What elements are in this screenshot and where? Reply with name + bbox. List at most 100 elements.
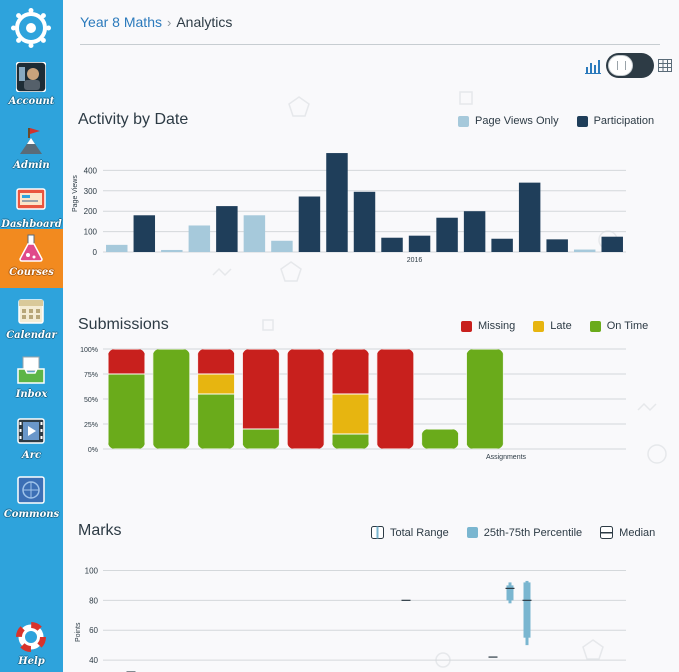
chevron-right-icon: › <box>166 15 172 30</box>
breadcrumb-current: Analytics <box>176 14 233 30</box>
nav-admin[interactable]: Admin <box>0 122 63 181</box>
submissions-legend: Missing Late On Time <box>443 320 648 332</box>
main-content: Year 8 Maths › Analytics Activity by Date … <box>63 0 679 672</box>
bar-chart-icon[interactable] <box>585 58 601 74</box>
y-axis-label: Page Views <box>72 175 79 212</box>
submission-on-time-segment <box>108 373 145 449</box>
y-tick-label: 75% <box>84 372 98 379</box>
activity-bar <box>573 249 596 252</box>
submission-on-time-segment <box>421 429 459 449</box>
marks-chart: 40 60 80 100 Points <box>75 566 626 672</box>
submission-missing-segment <box>197 349 235 375</box>
submissions-title: Submissions <box>78 316 169 333</box>
canvas-logo-icon[interactable] <box>11 8 51 48</box>
nav-account[interactable]: Account <box>0 58 63 117</box>
legend-swatch <box>533 320 545 332</box>
legend-page-views: Page Views Only <box>458 115 559 127</box>
legend-swatch <box>600 526 614 539</box>
legend-label: 25th-75th Percentile <box>483 526 583 539</box>
nav-calendar[interactable]: Calendar <box>0 292 63 351</box>
view-toggle <box>585 53 675 79</box>
y-tick-label: 0 <box>93 248 98 257</box>
y-tick-label: 40 <box>89 656 98 665</box>
calendar-icon <box>18 299 44 324</box>
y-tick-label: 100% <box>80 347 98 354</box>
nav-label: Arc <box>21 450 42 461</box>
legend-swatch <box>466 527 478 538</box>
nav-label: Inbox <box>15 389 48 400</box>
y-tick-label: 100 <box>85 566 99 575</box>
legend-swatch <box>589 320 601 332</box>
activity-bar <box>518 182 541 252</box>
legend-swatch <box>576 115 588 127</box>
nav-arc[interactable]: Arc <box>0 412 63 471</box>
legend-missing: Missing <box>461 320 515 332</box>
legend-label: On Time <box>606 320 649 332</box>
header-divider <box>80 44 660 45</box>
activity-bar <box>353 191 376 252</box>
activity-bar <box>463 211 486 252</box>
activity-bar <box>408 235 431 252</box>
nav-courses[interactable]: Courses <box>0 229 63 288</box>
activity-bar <box>271 240 293 252</box>
nav-inbox[interactable]: Inbox <box>0 351 63 410</box>
nav-label: Calendar <box>6 330 57 341</box>
submission-on-time-segment <box>242 428 280 449</box>
submission-on-time-segment <box>197 393 235 449</box>
legend-label: Missing <box>478 320 516 332</box>
activity-bar <box>491 238 513 252</box>
legend-total-range: Total Range <box>371 526 449 539</box>
submissions-chart: 0% 25% 50% 75% 100% Assignments <box>80 347 626 461</box>
percentile-box <box>506 585 514 601</box>
activity-bar <box>298 196 321 252</box>
chart-table-toggle[interactable] <box>606 53 654 78</box>
legend-median: Median <box>600 526 655 539</box>
y-tick-label: 80 <box>89 596 98 605</box>
submission-on-time-segment <box>332 433 369 449</box>
nav-label: Commons <box>3 509 60 520</box>
activity-title: Activity by Date <box>78 111 189 128</box>
legend-label: Total Range <box>390 526 449 539</box>
y-tick-label: 100 <box>84 228 98 237</box>
nav-commons[interactable]: Commons <box>0 471 63 530</box>
table-icon[interactable] <box>658 59 672 72</box>
inbox-icon <box>17 356 45 384</box>
nav-label: Courses <box>9 267 54 278</box>
x-axis-label: Assignments <box>486 454 527 461</box>
y-tick-label: 200 <box>84 207 98 216</box>
nav-label: Admin <box>13 160 50 171</box>
legend-swatch <box>371 526 384 539</box>
breadcrumb-course-link[interactable]: Year 8 Maths <box>80 14 162 30</box>
percentile-box <box>523 582 531 638</box>
nav-help[interactable]: Help <box>0 618 63 672</box>
y-tick-label: 0% <box>88 447 98 454</box>
submission-late-segment <box>332 393 369 435</box>
submission-missing-segment <box>287 349 325 449</box>
activity-bar <box>601 236 623 252</box>
legend-late: Late <box>533 320 572 332</box>
legend-label: Late <box>550 320 572 332</box>
y-tick-label: 60 <box>89 626 98 635</box>
legend-swatch <box>461 320 472 332</box>
courses-icon <box>19 234 43 262</box>
activity-bar <box>546 239 568 252</box>
y-tick-label: 300 <box>84 187 98 196</box>
activity-bar <box>216 206 238 252</box>
help-icon <box>16 622 46 652</box>
nav-label: Account <box>8 96 55 107</box>
legend-swatch <box>458 115 469 127</box>
dashboard-icon <box>16 188 46 210</box>
arc-icon <box>17 418 45 444</box>
activity-bar <box>381 237 403 252</box>
nav-label: Help <box>18 656 45 667</box>
global-nav: Account Admin Dashboard Courses Calendar… <box>0 0 63 672</box>
submission-missing-segment <box>242 349 280 430</box>
submission-late-segment <box>197 373 235 395</box>
activity-bar <box>243 215 266 252</box>
toggle-knob <box>608 55 633 76</box>
legend-participation: Participation <box>576 115 655 127</box>
marks-legend: Total Range 25th-75th Percentile Median <box>353 526 655 539</box>
y-tick-label: 50% <box>84 397 98 404</box>
admin-icon <box>20 128 42 154</box>
legend-label: Participation <box>593 115 655 127</box>
